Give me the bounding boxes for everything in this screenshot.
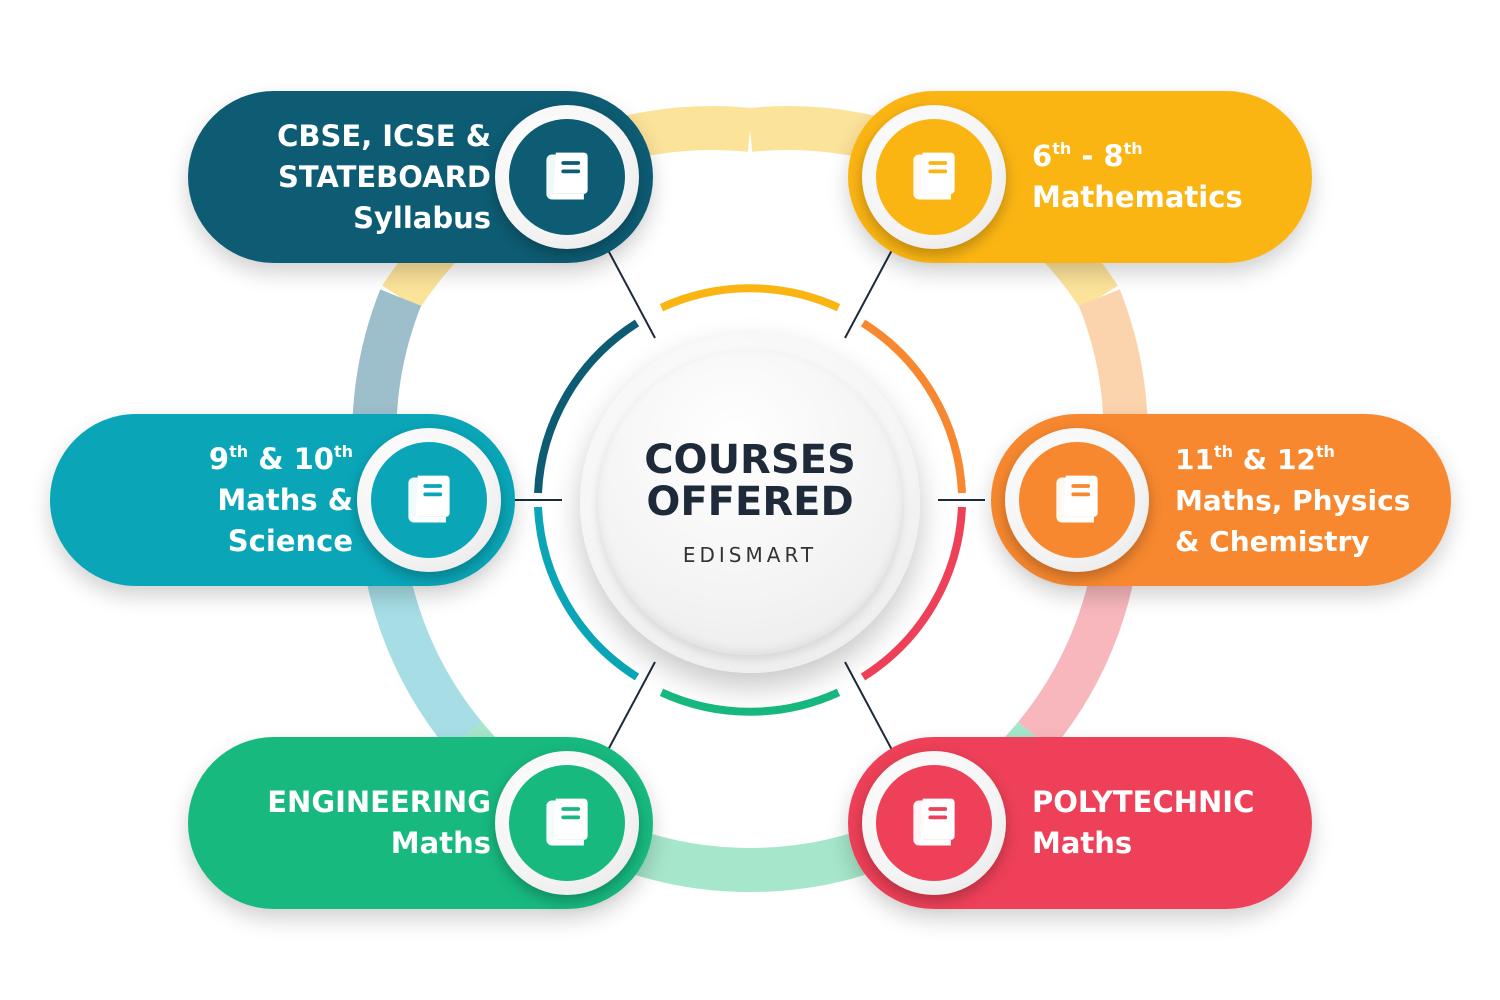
course-pill-grade-6-8[interactable]: 6th - 8th Mathematics <box>848 91 1312 263</box>
course-pill-polytechnic[interactable]: POLYTECHNIC Maths <box>848 737 1312 909</box>
grade-number: 8 <box>1103 139 1124 173</box>
course-text-line: Maths & <box>217 482 353 517</box>
icon-badge <box>357 428 501 572</box>
course-text-line: Maths, Physics <box>1175 483 1411 517</box>
grade-suffix: th <box>1315 441 1335 461</box>
grade-suffix: th <box>1052 139 1072 158</box>
grade-number: 10 <box>293 441 334 476</box>
course-label-cbse: CBSE, ICSE & STATEBOARD Syllabus <box>277 91 491 263</box>
center-inner: COURSES OFFERED EDISMART <box>598 351 902 655</box>
grade-suffix: th <box>1123 139 1143 158</box>
inner-arc-green <box>659 688 841 716</box>
icon-badge <box>1005 428 1149 572</box>
grade-suffix: th <box>229 441 249 461</box>
center-title: COURSES OFFERED <box>644 439 856 523</box>
icon-badge <box>495 105 639 249</box>
icon-badge <box>862 751 1006 895</box>
center-title-line2: OFFERED <box>646 479 854 525</box>
grade-separator: & <box>1233 442 1277 476</box>
course-label-engineering: ENGINEERING Maths <box>267 737 491 909</box>
icon-badge <box>862 105 1006 249</box>
course-text-line: Maths <box>390 826 491 860</box>
center-title-line1: COURSES <box>644 437 856 483</box>
center-disc: COURSES OFFERED EDISMART <box>580 333 920 673</box>
grade-number: 6 <box>1032 139 1053 173</box>
grade-number: 12 <box>1276 442 1316 476</box>
course-label-polytechnic: POLYTECHNIC Maths <box>1032 737 1254 909</box>
course-text-line: 11th & 12th <box>1175 439 1335 480</box>
course-label-grade-11-12: 11th & 12th Maths, Physics & Chemistry <box>1175 414 1410 586</box>
course-text-line: ENGINEERING <box>267 785 491 819</box>
book-icon <box>876 119 992 235</box>
course-text-line: Mathematics <box>1032 180 1243 214</box>
book-icon <box>509 119 625 235</box>
book-icon <box>509 765 625 881</box>
course-pill-grade-9-10[interactable]: 9th & 10th Maths & Science <box>50 414 515 586</box>
course-text-line: & Chemistry <box>1175 524 1370 558</box>
grade-suffix: th <box>1213 441 1234 461</box>
course-text-line: 6th - 8th <box>1032 136 1143 177</box>
grade-separator: - <box>1071 139 1104 173</box>
grade-separator: & <box>248 441 294 476</box>
course-text-line: Science <box>227 523 353 558</box>
book-icon <box>371 442 487 558</box>
book-icon <box>876 765 992 881</box>
grade-suffix: th <box>333 441 353 461</box>
course-label-grade-9-10: 9th & 10th Maths & Science <box>209 414 353 586</box>
course-pill-cbse[interactable]: CBSE, ICSE & STATEBOARD Syllabus <box>188 91 653 263</box>
center-subtitle: EDISMART <box>682 543 818 567</box>
inner-arc-yellow <box>659 284 841 312</box>
course-text-line: 9th & 10th <box>209 439 353 480</box>
course-text-line: CBSE, ICSE & <box>277 118 491 153</box>
course-text-line: POLYTECHNIC <box>1032 785 1255 819</box>
book-icon <box>1019 442 1135 558</box>
course-text-line: Maths <box>1032 826 1133 860</box>
course-pill-grade-11-12[interactable]: 11th & 12th Maths, Physics & Chemistry <box>991 414 1451 586</box>
course-text-line: STATEBOARD <box>277 159 491 194</box>
course-label-grade-6-8: 6th - 8th Mathematics <box>1032 91 1243 263</box>
course-text-line: Syllabus <box>353 200 491 235</box>
icon-badge <box>495 751 639 895</box>
course-pill-engineering[interactable]: ENGINEERING Maths <box>188 737 653 909</box>
grade-number: 11 <box>1175 442 1214 476</box>
grade-number: 9 <box>208 441 230 476</box>
